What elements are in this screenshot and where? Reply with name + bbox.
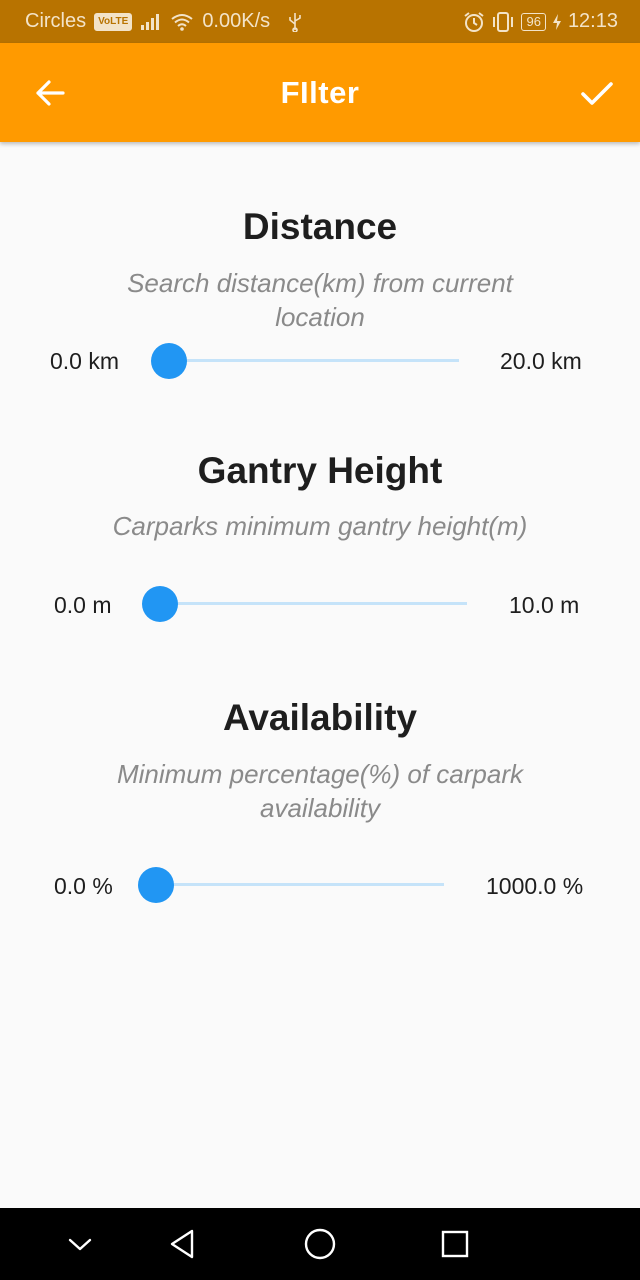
battery-icon: 96 <box>521 12 546 31</box>
distance-max-label: 20.0 km <box>500 348 582 374</box>
chevron-down-icon <box>68 1238 92 1251</box>
distance-subtitle: Search distance(km) from current locatio… <box>127 268 513 332</box>
availability-slider-track[interactable] <box>156 883 444 886</box>
volte-badge: VoLTE <box>94 12 133 31</box>
nav-home-button[interactable] <box>300 1224 340 1264</box>
app-bar: FIlter <box>0 43 640 142</box>
nav-hide-button[interactable] <box>60 1224 100 1264</box>
check-icon <box>581 82 613 105</box>
distance-slider-thumb[interactable] <box>151 343 187 379</box>
distance-title: Distance <box>242 206 398 247</box>
availability-slider-thumb[interactable] <box>138 867 174 903</box>
charging-icon <box>552 13 562 31</box>
confirm-button[interactable] <box>580 77 614 109</box>
usb-icon <box>288 12 302 32</box>
nav-recents-button[interactable] <box>435 1224 475 1264</box>
distance-slider-track[interactable] <box>169 359 459 362</box>
status-bar-left: Circles VoLTE 0.00K/s <box>25 10 302 33</box>
recents-square-icon <box>441 1230 469 1258</box>
gantry-slider-thumb[interactable] <box>142 586 178 622</box>
home-circle-icon <box>304 1228 336 1260</box>
nav-back-button[interactable] <box>162 1224 202 1264</box>
alarm-icon <box>463 11 485 33</box>
carrier-name: Circles <box>25 10 87 32</box>
network-speed: 0.00K/s <box>202 10 271 32</box>
gantry-subtitle: Carparks minimum gantry height(m) <box>112 511 528 541</box>
page-title: FIlter <box>280 75 360 110</box>
wifi-icon <box>170 13 194 31</box>
vibrate-icon <box>491 11 515 33</box>
availability-subtitle-line1: Minimum percentage(%) of carpark <box>116 759 524 789</box>
distance-min-label: 0.0 km <box>50 348 120 374</box>
availability-max-label: 1000.0 % <box>486 873 584 899</box>
system-nav-bar <box>0 1208 640 1280</box>
availability-subtitle-line2: availability <box>260 793 380 823</box>
back-triangle-icon <box>170 1229 194 1259</box>
gantry-min-label: 0.0 m <box>54 592 112 618</box>
gantry-max-label: 10.0 m <box>509 592 580 618</box>
status-bar-right: 96 12:13 <box>463 10 618 33</box>
availability-title: Availability <box>223 697 417 738</box>
gantry-title: Gantry Height <box>197 450 443 491</box>
status-bar: Circles VoLTE 0.00K/s 96 12:13 <box>0 0 640 43</box>
clock-time: 12:13 <box>567 10 618 32</box>
availability-subtitle: Minimum percentage(%) of carpark availab… <box>80 757 560 825</box>
availability-min-label: 0.0 % <box>54 873 113 899</box>
signal-icon <box>140 13 162 31</box>
gantry-slider-track[interactable] <box>160 602 467 605</box>
